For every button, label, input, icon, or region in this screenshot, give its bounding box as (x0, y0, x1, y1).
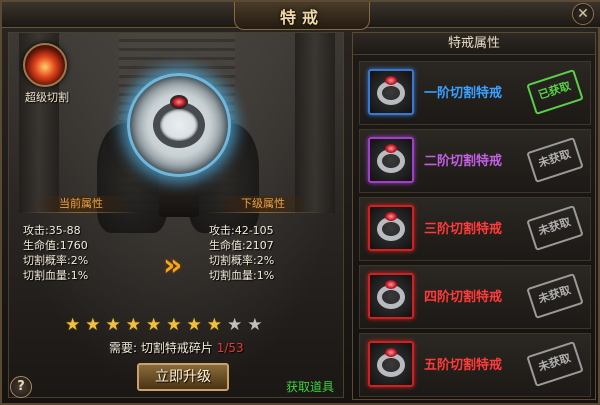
stat-attack: 攻击:35-88 (23, 224, 81, 237)
close-button[interactable]: ✕ (572, 3, 594, 25)
ring-icon (368, 273, 414, 319)
ring-list-panel: 特戒属性 一阶切割特戒 已获取 二阶切割特戒 未获取 三阶切割特戒 未获取 四阶切割特戒 未获… (352, 32, 596, 400)
ring-list-item[interactable]: 五阶切割特戒 未获取 (359, 333, 591, 397)
star-icon: ★ (247, 315, 263, 335)
stat-cut-hp: 切割血量:1% (23, 269, 89, 282)
next-stats: 攻击:42-105 生命值:2107 切割概率:2% 切割血量:1% (209, 223, 274, 283)
ring-gem-icon (385, 280, 397, 289)
star-icon: ★ (186, 315, 202, 335)
obtained-stamp: 已获取 (526, 69, 584, 115)
background-pillar (295, 33, 335, 213)
stat-attack: 攻击:42-105 (209, 224, 274, 237)
stat-hp: 生命值:1760 (23, 239, 88, 252)
stat-cut-chance: 切割概率:2% (209, 254, 275, 267)
ring-name: 二阶切割特戒 (424, 154, 503, 169)
stat-cut-chance: 切割概率:2% (23, 254, 89, 267)
ruby-gem-icon (170, 95, 188, 109)
ring-name: 五阶切割特戒 (424, 358, 503, 373)
window-title: 特戒 (279, 7, 324, 27)
star-icon: ★ (227, 315, 243, 335)
ring-gem-icon (385, 76, 397, 85)
requirement-count: 1/53 (216, 341, 244, 355)
current-stats: 攻击:35-88 生命值:1760 切割概率:2% 切割血量:1% (23, 223, 88, 283)
ring-upgrade-panel: 超级切割 当前属性 下级属性 攻击:35-88 生命值:1760 切割概率:2%… (8, 32, 344, 398)
not-obtained-stamp: 未获取 (526, 273, 584, 319)
ring-icon (368, 341, 414, 387)
fire-ring-skill-icon[interactable] (23, 43, 67, 87)
ring-name: 四阶切割特戒 (424, 290, 503, 305)
skill-label: 超级切割 (25, 91, 69, 104)
ring-icon (368, 69, 414, 115)
title-plate: 特戒 (234, 2, 370, 30)
not-obtained-stamp: 未获取 (526, 137, 584, 183)
requirement-text: 需要: 切割特戒碎片 1/53 (109, 339, 244, 356)
not-obtained-stamp: 未获取 (526, 205, 584, 251)
next-attributes-tab: 下级属性 (215, 196, 311, 212)
help-button[interactable]: ? (10, 376, 32, 398)
star-rating: ★ ★ ★ ★ ★ ★ ★ ★ ★ ★ (65, 315, 285, 335)
star-icon: ★ (125, 315, 141, 335)
upgrade-arrow-icon: » (163, 248, 183, 283)
ring-name: 三阶切割特戒 (424, 222, 503, 237)
not-obtained-stamp: 未获取 (526, 341, 584, 387)
requirement-label: 需要: 切割特戒碎片 (109, 341, 217, 355)
stat-hp: 生命值:2107 (209, 239, 274, 252)
divider (21, 212, 141, 213)
ring-gem-icon (385, 212, 397, 221)
star-icon: ★ (166, 315, 182, 335)
star-icon: ★ (65, 315, 81, 335)
star-icon: ★ (206, 315, 222, 335)
star-icon: ★ (146, 315, 162, 335)
ring-gem-icon (385, 348, 397, 357)
upgrade-button[interactable]: 立即升级 (137, 363, 229, 391)
star-icon: ★ (85, 315, 101, 335)
divider (205, 212, 325, 213)
ring-list-item[interactable]: 三阶切割特戒 未获取 (359, 197, 591, 261)
pedestal (159, 173, 199, 217)
get-items-link[interactable]: 获取道具 (286, 378, 334, 395)
ring-list-item[interactable]: 四阶切割特戒 未获取 (359, 265, 591, 329)
ring-gem-icon (385, 144, 397, 153)
ring-list-header: 特戒属性 (353, 33, 595, 55)
window-frame: 特戒 ✕ 超级切割 当前属性 下级属性 攻击:35-88 生命值:1760 切割… (0, 0, 600, 405)
ring-list-item[interactable]: 二阶切割特戒 未获取 (359, 129, 591, 193)
ring-name: 一阶切割特戒 (424, 86, 503, 101)
ring-icon (368, 205, 414, 251)
stat-cut-hp: 切割血量:1% (209, 269, 275, 282)
current-attributes-tab: 当前属性 (33, 196, 129, 212)
ring-icon (368, 137, 414, 183)
star-icon: ★ (105, 315, 121, 335)
ring-preview-orb (127, 73, 231, 177)
ring-list-item[interactable]: 一阶切割特戒 已获取 (359, 61, 591, 125)
